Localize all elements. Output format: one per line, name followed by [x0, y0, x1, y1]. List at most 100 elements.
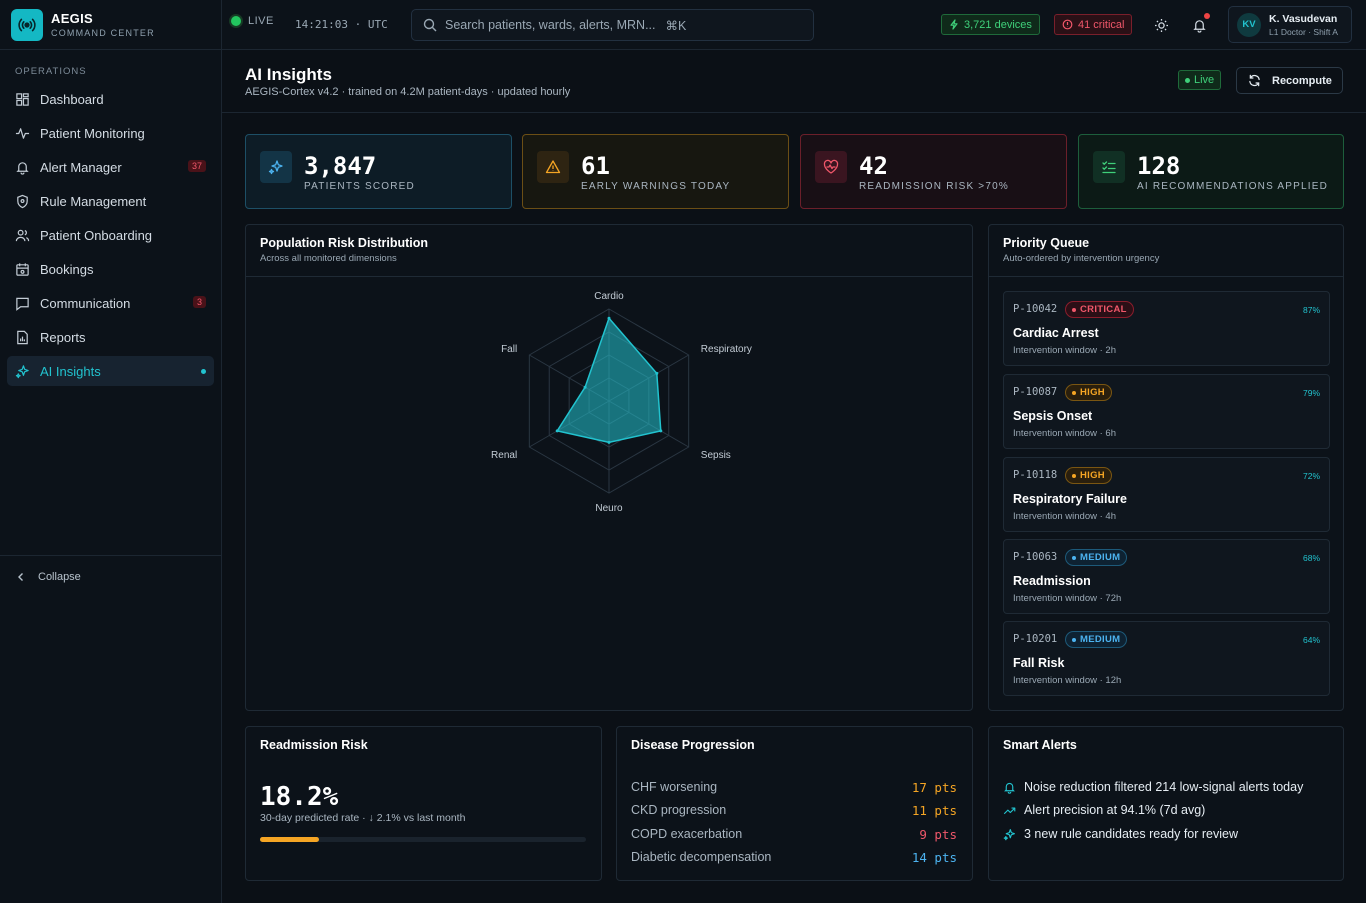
collapse-label: Collapse: [38, 570, 81, 583]
search-input[interactable]: Search patients, wards, alerts, MRN... ⌘…: [411, 9, 814, 41]
radar-point-sepsis: [659, 429, 663, 433]
brand[interactable]: AEGIS COMMAND CENTER: [0, 0, 221, 50]
broadcast-icon: [11, 8, 43, 41]
sidebar-item-patient-onboarding[interactable]: Patient Onboarding: [7, 220, 214, 250]
sidebar-item-bookings[interactable]: Bookings: [7, 254, 214, 284]
live-dot: [231, 16, 241, 26]
progression-row: COPD exacerbation 9 pts: [631, 824, 957, 844]
radar-axis-label-fall: Fall: [501, 344, 517, 355]
priority-item[interactable]: P-10063 MEDIUM 68% Readmission Intervent…: [1003, 539, 1330, 614]
nav-section-label: OPERATIONS: [15, 66, 87, 77]
severity-label: HIGH: [1080, 387, 1105, 398]
live-indicator: LIVE: [231, 15, 274, 27]
panel-title: Disease Progression: [631, 738, 755, 752]
sidebar-item-alert-manager[interactable]: Alert Manager 37: [7, 152, 214, 182]
priority-item[interactable]: P-10201 MEDIUM 64% Fall Risk Interventio…: [1003, 621, 1330, 696]
intervention-window: Intervention window · 4h: [1013, 511, 1116, 522]
notifications-button[interactable]: [1189, 13, 1210, 35]
progression-label: CHF worsening: [631, 780, 718, 794]
bell-icon: [16, 161, 29, 175]
devices-chip[interactable]: 3,721 devices: [941, 14, 1040, 35]
severity-badge: MEDIUM: [1065, 631, 1128, 648]
clock: 14:21:03 · UTC: [295, 18, 388, 31]
radar-point-cardio: [607, 316, 611, 320]
sidebar-item-patient-monitoring[interactable]: Patient Monitoring: [7, 118, 214, 148]
panel-title: Readmission Risk: [260, 738, 368, 752]
progression-label: CKD progression: [631, 803, 727, 817]
readmission-risk-panel: Readmission Risk 18.2% 30-day predicted …: [245, 726, 602, 881]
radar-axis-label-neuro: Neuro: [595, 503, 623, 514]
sun-icon: [1154, 18, 1168, 32]
smart-alert-row[interactable]: Alert precision at 94.1% (7d avg): [1003, 801, 1205, 819]
priority-item[interactable]: P-10118 HIGH 72% Respiratory Failure Int…: [1003, 457, 1330, 532]
sparkles-icon: [1003, 828, 1015, 840]
message-icon: [16, 297, 29, 311]
stat-card-patients-scored[interactable]: 3,847 PATIENTS SCORED: [245, 134, 512, 209]
stat-value: 61: [581, 152, 610, 180]
topbar: LIVE 14:21:03 · UTC Search patients, war…: [222, 0, 1366, 50]
sidebar-item-label: Reports: [40, 329, 86, 345]
sidebar-item-communication[interactable]: Communication 3: [7, 288, 214, 318]
panel-divider: [246, 276, 972, 277]
risk-percent: 72%: [1302, 471, 1320, 481]
progression-value: 9 pts: [919, 826, 957, 842]
priority-title: Readmission: [1013, 574, 1091, 588]
radar-axis-label-renal: Renal: [491, 450, 517, 461]
readmission-progress-track: [260, 837, 586, 842]
severity-label: MEDIUM: [1080, 552, 1121, 563]
recompute-button[interactable]: Recompute: [1236, 67, 1343, 94]
user-role: L1 Doctor · Shift A: [1269, 26, 1338, 37]
sidebar-item-rule-management[interactable]: Rule Management: [7, 186, 214, 216]
stat-card-readmission-risk[interactable]: 42 READMISSION RISK >70%: [800, 134, 1067, 209]
smart-alert-text: Alert precision at 94.1% (7d avg): [1024, 803, 1206, 817]
severity-label: CRITICAL: [1080, 304, 1127, 315]
refresh-icon: [1249, 74, 1260, 87]
warning-icon: [537, 151, 569, 183]
risk-percent: 64%: [1302, 635, 1320, 645]
sidebar-item-reports[interactable]: Reports: [7, 322, 214, 352]
live-badge-dot: [1185, 77, 1190, 83]
shield-icon: [17, 194, 28, 208]
calendar-icon: [16, 262, 29, 276]
sidebar-item-ai-insights[interactable]: AI Insights: [7, 356, 214, 386]
theme-toggle-button[interactable]: [1151, 15, 1171, 35]
smart-alert-row[interactable]: Noise reduction filtered 214 low-signal …: [1003, 778, 1303, 796]
patient-id: P-10087: [1013, 386, 1058, 398]
stat-card-recommendations[interactable]: 128 AI RECOMMENDATIONS APPLIED: [1078, 134, 1344, 209]
notification-dot: [1204, 13, 1210, 19]
readmission-subtitle: 30-day predicted rate · ↓ 2.1% vs last m…: [260, 812, 466, 824]
critical-chip[interactable]: 41 critical: [1054, 14, 1133, 35]
priority-item[interactable]: P-10087 HIGH 79% Sepsis Onset Interventi…: [1003, 374, 1330, 449]
priority-title: Cardiac Arrest: [1013, 326, 1099, 340]
chevron-left-icon: [18, 572, 23, 581]
radar-axis-label-sepsis: Sepsis: [701, 450, 731, 461]
radar-axis-label-cardio: Cardio: [594, 291, 624, 302]
collapse-button[interactable]: Collapse: [0, 555, 222, 597]
patient-id: P-10063: [1013, 551, 1058, 563]
patient-id: P-10042: [1013, 303, 1058, 315]
severity-badge: CRITICAL: [1065, 301, 1134, 318]
priority-title: Fall Risk: [1013, 656, 1065, 670]
risk-percent: 68%: [1302, 553, 1320, 563]
stat-label: AI RECOMMENDATIONS APPLIED: [1137, 181, 1329, 192]
stat-card-early-warnings[interactable]: 61 EARLY WARNINGS TODAY: [522, 134, 789, 209]
checklist-icon: [1093, 151, 1125, 183]
critical-chip-label: 41 critical: [1078, 18, 1125, 31]
risk-percent: 87%: [1302, 305, 1320, 315]
progression-value: 11 pts: [911, 802, 957, 818]
sidebar-item-label: AI Insights: [40, 363, 101, 379]
severity-label: HIGH: [1080, 470, 1105, 481]
priority-item[interactable]: P-10042 CRITICAL 87% Cardiac Arrest Inte…: [1003, 291, 1330, 366]
alert-circle-icon: [1062, 19, 1073, 30]
smart-alert-row[interactable]: 3 new rule candidates ready for review: [1003, 825, 1238, 843]
page-header: AI Insights AEGIS-Cortex v4.2 · trained …: [222, 50, 1366, 113]
user-menu[interactable]: KV K. Vasudevan L1 Doctor · Shift A: [1228, 6, 1352, 43]
priority-queue-panel: Priority Queue Auto-ordered by intervent…: [988, 224, 1344, 711]
progression-label: Diabetic decompensation: [631, 850, 772, 864]
severity-badge: HIGH: [1065, 467, 1112, 484]
sidebar-item-label: Patient Onboarding: [40, 227, 153, 243]
sidebar-item-dashboard[interactable]: Dashboard: [7, 84, 214, 114]
grid-icon: [16, 92, 29, 106]
page-title: AI Insights: [245, 65, 332, 84]
sidebar: AEGIS COMMAND CENTER OPERATIONS Dashboar…: [0, 0, 222, 903]
